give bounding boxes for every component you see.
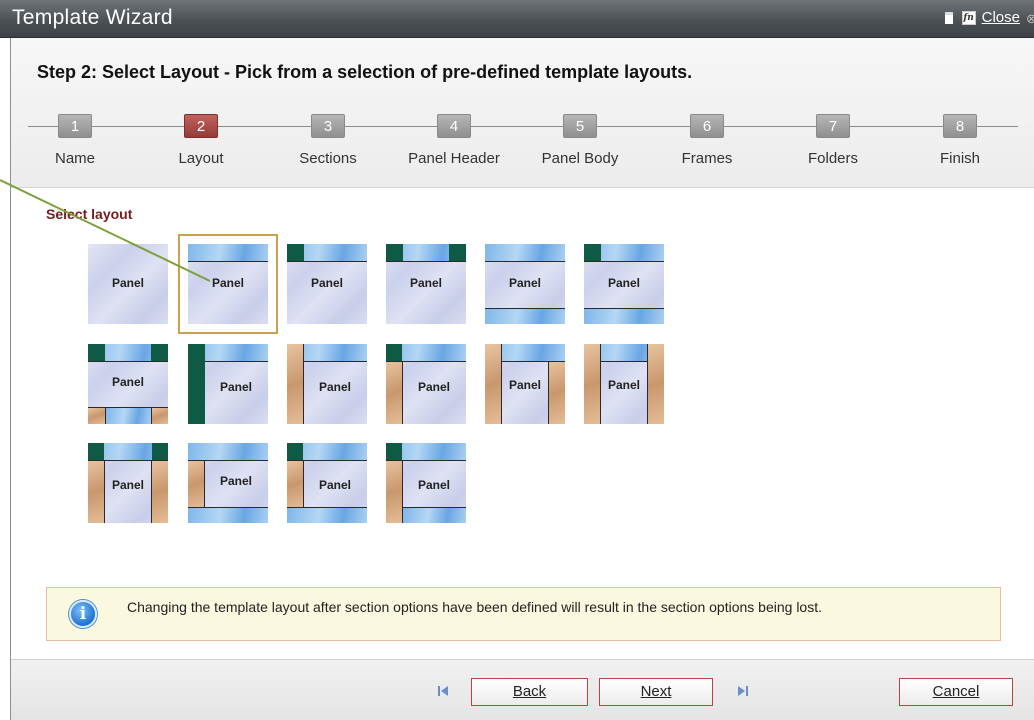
layout-option-1[interactable]: Panel — [88, 244, 168, 324]
panel-label: Panel — [111, 276, 144, 290]
layout-option-14[interactable]: Panel — [188, 443, 268, 523]
step-number: 3 — [311, 114, 345, 138]
step-layout[interactable]: 2 Layout — [141, 114, 261, 167]
select-layout-heading: Select layout — [46, 206, 133, 222]
step-label: Layout — [178, 150, 224, 167]
info-message-box: i Changing the template layout after sec… — [46, 587, 1001, 641]
step-number: 5 — [563, 114, 597, 138]
panel-label: Panel — [607, 276, 640, 290]
step-number: 8 — [943, 114, 977, 138]
layout-option-12[interactable]: Panel — [584, 344, 664, 424]
step-frames[interactable]: 6 Frames — [647, 114, 767, 167]
window-title: Template Wizard — [12, 6, 173, 29]
layout-option-3[interactable]: Panel — [287, 244, 367, 324]
step-number: 7 — [816, 114, 850, 138]
layout-option-15[interactable]: Panel — [287, 443, 367, 523]
panel-label: Panel — [508, 378, 541, 392]
step-panel-header[interactable]: 4 Panel Header — [394, 114, 514, 167]
panel-label: Panel — [219, 474, 252, 488]
back-label: Back — [512, 683, 547, 700]
layout-option-13[interactable]: Panel — [88, 443, 168, 523]
panel-label: Panel — [409, 276, 442, 290]
step-folders[interactable]: 7 Folders — [773, 114, 893, 167]
layout-option-4[interactable]: Panel — [386, 244, 466, 324]
panel-label: Panel — [417, 380, 450, 394]
step-label: Name — [54, 150, 95, 167]
panel-label: Panel — [111, 375, 144, 389]
step-sections[interactable]: 3 Sections — [268, 114, 388, 167]
layout-option-2-selected[interactable]: Panel — [178, 234, 278, 334]
function-icon[interactable]: fn — [961, 10, 976, 25]
next-label: Next — [640, 683, 672, 700]
close-icon[interactable]: ⊗ — [1026, 11, 1034, 25]
cancel-button[interactable]: Cancel — [899, 678, 1013, 706]
last-step-icon[interactable] — [736, 684, 750, 698]
layout-option-5[interactable]: Panel — [485, 244, 565, 324]
panel-label: Panel — [211, 276, 244, 290]
cancel-label: Cancel — [932, 683, 980, 700]
layout-option-8[interactable]: Panel — [188, 344, 268, 424]
info-message-text: Changing the template layout after secti… — [127, 599, 822, 615]
panel-label: Panel — [607, 378, 640, 392]
layout-option-10[interactable]: Panel — [386, 344, 466, 424]
title-bar: Template Wizard fn Close ⊗ — [0, 0, 1034, 38]
step-number: 6 — [690, 114, 724, 138]
panel-label: Panel — [219, 380, 252, 394]
layout-option-7[interactable]: Panel — [88, 344, 168, 424]
step-label: Frames — [681, 150, 733, 167]
panel-label: Panel — [318, 478, 351, 492]
document-icon[interactable] — [942, 10, 956, 26]
next-button[interactable]: Next — [599, 678, 713, 706]
info-icon: i — [69, 600, 97, 628]
close-link[interactable]: Close — [982, 9, 1020, 26]
step-finish[interactable]: 8 Finish — [900, 114, 1020, 167]
layout-option-9[interactable]: Panel — [287, 344, 367, 424]
back-button[interactable]: Back — [471, 678, 588, 706]
step-label: Panel Body — [541, 150, 619, 167]
wizard-header: Step 2: Select Layout - Pick from a sele… — [11, 38, 1034, 188]
step-label: Finish — [939, 150, 980, 167]
step-label: Panel Header — [408, 150, 500, 167]
step-label: Sections — [299, 150, 357, 167]
step-number: 4 — [437, 114, 471, 138]
step-title: Step 2: Select Layout - Pick from a sele… — [37, 62, 693, 82]
panel-label: Panel — [508, 276, 541, 290]
panel-label: Panel — [318, 380, 351, 394]
layout-option-11[interactable]: Panel — [485, 344, 565, 424]
layout-option-6[interactable]: Panel — [584, 244, 664, 324]
step-name[interactable]: 1 Name — [15, 114, 135, 167]
step-number: 2 — [184, 114, 218, 138]
first-step-icon[interactable] — [436, 684, 450, 698]
layout-option-16[interactable]: Panel — [386, 443, 466, 523]
step-label: Folders — [807, 150, 859, 167]
panel-label: Panel — [111, 478, 144, 492]
step-panel-body[interactable]: 5 Panel Body — [520, 114, 640, 167]
step-number: 1 — [58, 114, 92, 138]
panel-label: Panel — [417, 478, 450, 492]
panel-label: Panel — [310, 276, 343, 290]
title-tools: fn Close ⊗ — [942, 9, 1034, 26]
